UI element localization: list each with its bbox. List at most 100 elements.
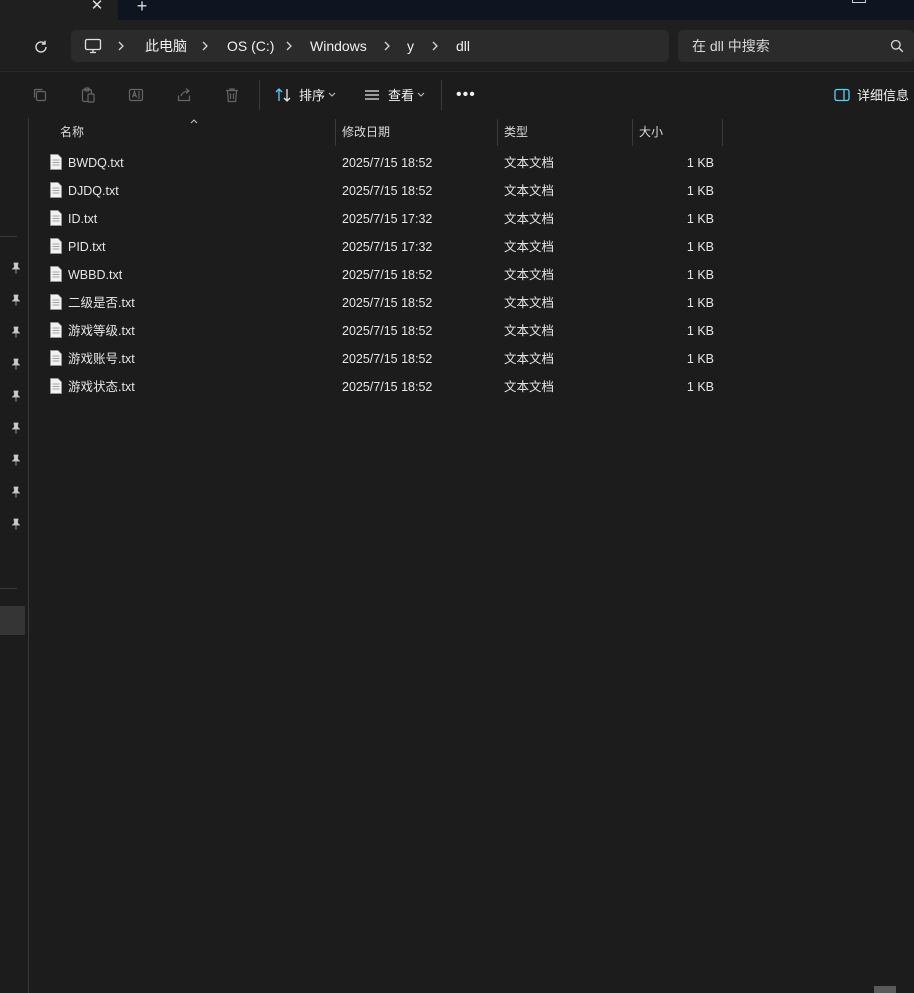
file-name: 游戏账号.txt [68, 352, 135, 366]
file-row[interactable]: DJDQ.txt 2025/7/15 18:52 文本文档 1 KB [44, 177, 724, 205]
pin-icon[interactable] [11, 358, 21, 370]
pin-icon[interactable] [11, 486, 21, 498]
text-file-icon [50, 238, 62, 254]
details-button[interactable]: 详细信息 [857, 88, 909, 104]
file-size: 1 KB [686, 268, 714, 282]
column-divider[interactable] [722, 119, 723, 146]
text-file-icon [50, 266, 62, 282]
paste-icon[interactable] [79, 86, 97, 104]
breadcrumb-item-y[interactable]: y [407, 38, 414, 54]
chevron-down-icon[interactable] [328, 90, 336, 100]
sort-button[interactable]: 排序 [299, 88, 325, 104]
text-file-icon [50, 322, 62, 338]
text-file-icon [50, 210, 62, 226]
delete-icon[interactable] [223, 86, 241, 104]
file-size: 1 KB [686, 352, 714, 366]
file-type: 文本文档 [504, 296, 555, 310]
more-options-icon[interactable]: ••• [456, 86, 478, 104]
breadcrumb-chevron-icon[interactable] [285, 38, 295, 54]
file-name: DJDQ.txt [68, 184, 119, 198]
column-header-type[interactable]: 类型 [504, 124, 528, 140]
file-name: 游戏状态.txt [68, 380, 135, 394]
file-type: 文本文档 [504, 324, 555, 338]
file-type: 文本文档 [504, 212, 555, 226]
sidebar-item-selected[interactable] [0, 606, 25, 635]
text-file-icon [50, 378, 62, 394]
share-icon[interactable] [175, 86, 193, 104]
pin-icon[interactable] [11, 454, 21, 466]
file-date: 2025/7/15 18:52 [342, 268, 433, 282]
file-name: BWDQ.txt [68, 156, 124, 170]
toolbar-divider [441, 80, 442, 110]
pin-icon[interactable] [11, 422, 21, 434]
file-name: PID.txt [68, 240, 106, 254]
column-header-date[interactable]: 修改日期 [342, 124, 390, 140]
breadcrumb-chevron-icon[interactable] [201, 38, 211, 54]
file-row[interactable]: WBBD.txt 2025/7/15 18:52 文本文档 1 KB [44, 261, 724, 289]
file-row[interactable]: PID.txt 2025/7/15 17:32 文本文档 1 KB [44, 233, 724, 261]
file-type: 文本文档 [504, 240, 555, 254]
close-tab-icon[interactable]: ✕ [89, 0, 105, 14]
file-size: 1 KB [686, 324, 714, 338]
file-size: 1 KB [686, 156, 714, 170]
file-date: 2025/7/15 18:52 [342, 184, 433, 198]
pin-icon[interactable] [11, 390, 21, 402]
pin-icon[interactable] [11, 518, 21, 530]
file-date: 2025/7/15 18:52 [342, 156, 433, 170]
resize-grip[interactable] [874, 986, 896, 993]
file-row[interactable]: 游戏等级.txt 2025/7/15 18:52 文本文档 1 KB [44, 317, 724, 345]
file-type: 文本文档 [504, 352, 555, 366]
rename-icon[interactable] [127, 86, 145, 104]
refresh-icon [35, 40, 47, 53]
pin-icon[interactable] [11, 326, 21, 338]
file-date: 2025/7/15 18:52 [342, 324, 433, 338]
sort-icon[interactable] [274, 86, 292, 104]
breadcrumb-item-this-pc[interactable]: 此电脑 [145, 38, 187, 54]
column-header-name[interactable]: 名称 [60, 124, 84, 140]
file-size: 1 KB [686, 184, 714, 198]
file-size: 1 KB [686, 212, 714, 226]
file-name: ID.txt [68, 212, 98, 226]
details-pane-icon[interactable] [834, 88, 850, 102]
file-row[interactable]: ID.txt 2025/7/15 17:32 文本文档 1 KB [44, 205, 724, 233]
text-file-icon [50, 182, 62, 198]
search-icon[interactable] [890, 39, 904, 53]
sidebar-divider [0, 588, 17, 589]
sort-ascending-icon [189, 117, 199, 125]
column-divider[interactable] [497, 119, 498, 146]
file-row[interactable]: BWDQ.txt 2025/7/15 18:52 文本文档 1 KB [44, 149, 724, 177]
file-size: 1 KB [686, 380, 714, 394]
file-name: 二级是否.txt [68, 296, 135, 310]
maximize-icon[interactable] [852, 0, 866, 3]
pin-icon[interactable] [11, 262, 21, 274]
text-file-icon [50, 350, 62, 366]
breadcrumb-item-dll[interactable]: dll [456, 38, 470, 54]
chevron-down-icon[interactable] [417, 90, 425, 100]
breadcrumb-chevron-icon[interactable] [431, 38, 441, 54]
view-button[interactable]: 查看 [388, 88, 414, 104]
copy-icon[interactable] [31, 86, 49, 104]
breadcrumb-item-windows[interactable]: Windows [310, 38, 367, 54]
toolbar-divider [259, 80, 260, 110]
file-type: 文本文档 [504, 156, 555, 170]
column-header-size[interactable]: 大小 [639, 124, 663, 140]
file-row[interactable]: 二级是否.txt 2025/7/15 18:52 文本文档 1 KB [44, 289, 724, 317]
breadcrumb-chevron-icon[interactable] [117, 38, 127, 54]
view-icon[interactable] [363, 86, 381, 104]
file-row[interactable]: 游戏账号.txt 2025/7/15 18:52 文本文档 1 KB [44, 345, 724, 373]
pin-icon[interactable] [11, 294, 21, 306]
file-date: 2025/7/15 18:52 [342, 296, 433, 310]
breadcrumb-chevron-icon[interactable] [383, 38, 393, 54]
text-file-icon [50, 294, 62, 310]
breadcrumb-item-os-c[interactable]: OS (C:) [227, 38, 274, 54]
column-divider[interactable] [632, 119, 633, 146]
search-input[interactable]: 在 dll 中搜索 [692, 38, 770, 54]
refresh-button[interactable] [30, 36, 52, 58]
new-tab-icon[interactable]: + [134, 0, 150, 15]
text-file-icon [50, 154, 62, 170]
column-divider[interactable] [335, 119, 336, 146]
file-row[interactable]: 游戏状态.txt 2025/7/15 18:52 文本文档 1 KB [44, 373, 724, 401]
file-type: 文本文档 [504, 184, 555, 198]
computer-icon[interactable] [84, 38, 102, 54]
navigation-pane[interactable] [0, 118, 29, 993]
